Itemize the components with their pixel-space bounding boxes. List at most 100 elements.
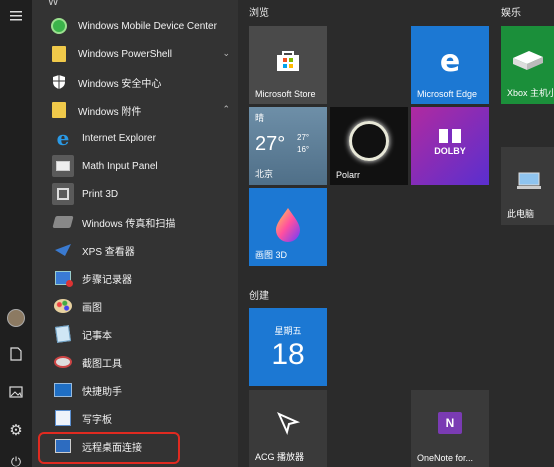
group-title-browse[interactable]: 浏览 xyxy=(249,4,269,19)
calendar-day: 18 xyxy=(271,338,305,371)
app-label: 步骤记录器 xyxy=(82,274,132,286)
app-windows-mobile-device-center[interactable]: Windows Mobile Device Center xyxy=(48,12,238,40)
group-title-entertainment[interactable]: 娱乐 xyxy=(501,4,521,19)
tile-label: Xbox 主机小 xyxy=(507,88,554,98)
quick-assist-icon xyxy=(52,379,74,401)
section-letter[interactable]: W xyxy=(48,0,58,8)
edge-icon: e xyxy=(439,44,461,79)
onenote-icon: N xyxy=(411,412,489,434)
tile-label: Microsoft Store xyxy=(255,89,316,99)
app-label: Internet Explorer xyxy=(82,132,156,144)
app-label: 写字板 xyxy=(82,414,112,426)
tile-this-pc[interactable]: 此电脑 xyxy=(501,147,554,225)
picture-glyph xyxy=(9,386,23,398)
tile-acg-player[interactable]: ACG 播放器 xyxy=(249,390,327,467)
chevron-down-icon: ⌄ xyxy=(222,48,230,58)
avatar-image xyxy=(7,309,25,327)
mobile-device-center-icon xyxy=(48,15,70,37)
tile-label: 此电脑 xyxy=(507,209,535,219)
hamburger-glyph xyxy=(10,11,22,21)
app-snipping-tool[interactable]: 截图工具 xyxy=(52,348,242,376)
group-title-create[interactable]: 创建 xyxy=(249,287,269,302)
app-steps-recorder[interactable]: 步骤记录器 xyxy=(52,264,242,292)
hamburger-icon[interactable] xyxy=(0,0,32,32)
chevron-up-icon: ⌃ xyxy=(222,104,230,114)
settings-icon[interactable]: ⚙ xyxy=(0,414,32,446)
app-label: Math Input Panel xyxy=(82,160,158,172)
polarr-icon xyxy=(330,121,408,161)
app-label: 记事本 xyxy=(82,330,112,342)
app-label: Print 3D xyxy=(82,188,119,200)
app-print-3d[interactable]: Print 3D xyxy=(52,180,242,208)
app-windows-accessories[interactable]: Windows 附件 ⌃ xyxy=(48,96,238,124)
xbox-icon xyxy=(501,48,554,77)
weather-condition: 晴 xyxy=(255,113,265,123)
weather-low: 16° xyxy=(297,145,310,154)
app-xps-viewer[interactable]: XPS 查看器 xyxy=(52,236,242,264)
documents-icon[interactable] xyxy=(0,338,32,370)
power-glyph: ⏻ xyxy=(10,454,22,467)
app-quick-assist[interactable]: 快捷助手 xyxy=(52,376,242,404)
paint-3d-icon xyxy=(249,206,327,247)
tile-label: OneNote for... xyxy=(417,453,474,463)
highlight-box xyxy=(38,432,180,464)
gear-icon: ⚙ xyxy=(9,421,23,439)
computer-icon xyxy=(501,171,554,196)
app-paint[interactable]: 画图 xyxy=(52,292,242,320)
app-math-input-panel[interactable]: Math Input Panel xyxy=(52,152,242,180)
weather-city: 北京 xyxy=(255,169,274,179)
app-label: Windows 传真和扫描 xyxy=(82,218,176,230)
app-list: W Windows Mobile Device Center Windows P… xyxy=(32,0,238,467)
weather-high: 27° xyxy=(297,133,310,142)
folder-icon xyxy=(48,99,70,121)
app-label: 截图工具 xyxy=(82,358,122,370)
app-label: Windows Mobile Device Center xyxy=(78,20,217,32)
app-windows-powershell[interactable]: Windows PowerShell ⌄ xyxy=(48,40,238,68)
tile-dolby[interactable]: DOLBY xyxy=(411,107,489,185)
tile-onenote[interactable]: N OneNote for... xyxy=(411,390,489,467)
tile-calendar[interactable]: 星期五 18 xyxy=(249,308,327,386)
app-label: Windows 安全中心 xyxy=(78,78,162,90)
start-rail: ⚙ ⏻ xyxy=(0,0,32,467)
pictures-icon[interactable] xyxy=(0,376,32,408)
weather-temp: 27° xyxy=(255,133,286,155)
tile-xbox[interactable]: Xbox 主机小 xyxy=(501,26,554,104)
dolby-icon: DOLBY xyxy=(411,129,489,156)
app-label: Windows PowerShell xyxy=(78,48,172,60)
app-wordpad[interactable]: 写字板 xyxy=(52,404,242,432)
app-windows-security[interactable]: Windows 安全中心 xyxy=(48,68,238,96)
tile-label: Microsoft Edge xyxy=(417,89,478,99)
app-label: Windows 附件 xyxy=(78,106,142,118)
math-input-icon xyxy=(52,155,74,177)
tile-microsoft-store[interactable]: Microsoft Store xyxy=(249,26,327,104)
xps-viewer-icon xyxy=(52,239,74,261)
document-glyph xyxy=(10,347,22,361)
acg-player-icon xyxy=(249,410,327,441)
fax-scan-icon xyxy=(52,211,74,233)
tile-label: ACG 播放器 xyxy=(255,452,305,462)
user-avatar[interactable] xyxy=(0,302,32,334)
tile-label: 画图 3D xyxy=(255,250,288,260)
app-notepad[interactable]: 记事本 xyxy=(52,320,242,348)
tile-weather[interactable]: 晴 27° 27° 16° 北京 xyxy=(249,107,327,185)
print-3d-icon xyxy=(52,183,74,205)
dolby-wordmark: DOLBY xyxy=(434,146,466,156)
tile-label: Polarr xyxy=(336,170,361,180)
app-label: 画图 xyxy=(82,302,102,314)
app-label: 快捷助手 xyxy=(82,386,122,398)
shield-icon xyxy=(48,71,70,93)
tile-polarr[interactable]: Polarr xyxy=(330,107,408,185)
app-internet-explorer[interactable]: e Internet Explorer xyxy=(52,124,242,152)
app-windows-fax-scan[interactable]: Windows 传真和扫描 xyxy=(52,208,242,236)
app-label: XPS 查看器 xyxy=(82,246,135,258)
wordpad-icon xyxy=(52,407,74,429)
tile-paint-3d[interactable]: 画图 3D xyxy=(249,188,327,266)
tile-microsoft-edge[interactable]: e Microsoft Edge xyxy=(411,26,489,104)
notepad-icon xyxy=(52,323,74,345)
power-icon[interactable]: ⏻ xyxy=(0,446,32,467)
paint-icon xyxy=(52,295,74,317)
internet-explorer-icon: e xyxy=(56,126,70,150)
calendar-weekday: 星期五 xyxy=(274,326,302,336)
store-icon xyxy=(249,48,327,77)
tile-area: 浏览 娱乐 创建 Microsoft Store e Microsoft Edg… xyxy=(238,0,554,467)
